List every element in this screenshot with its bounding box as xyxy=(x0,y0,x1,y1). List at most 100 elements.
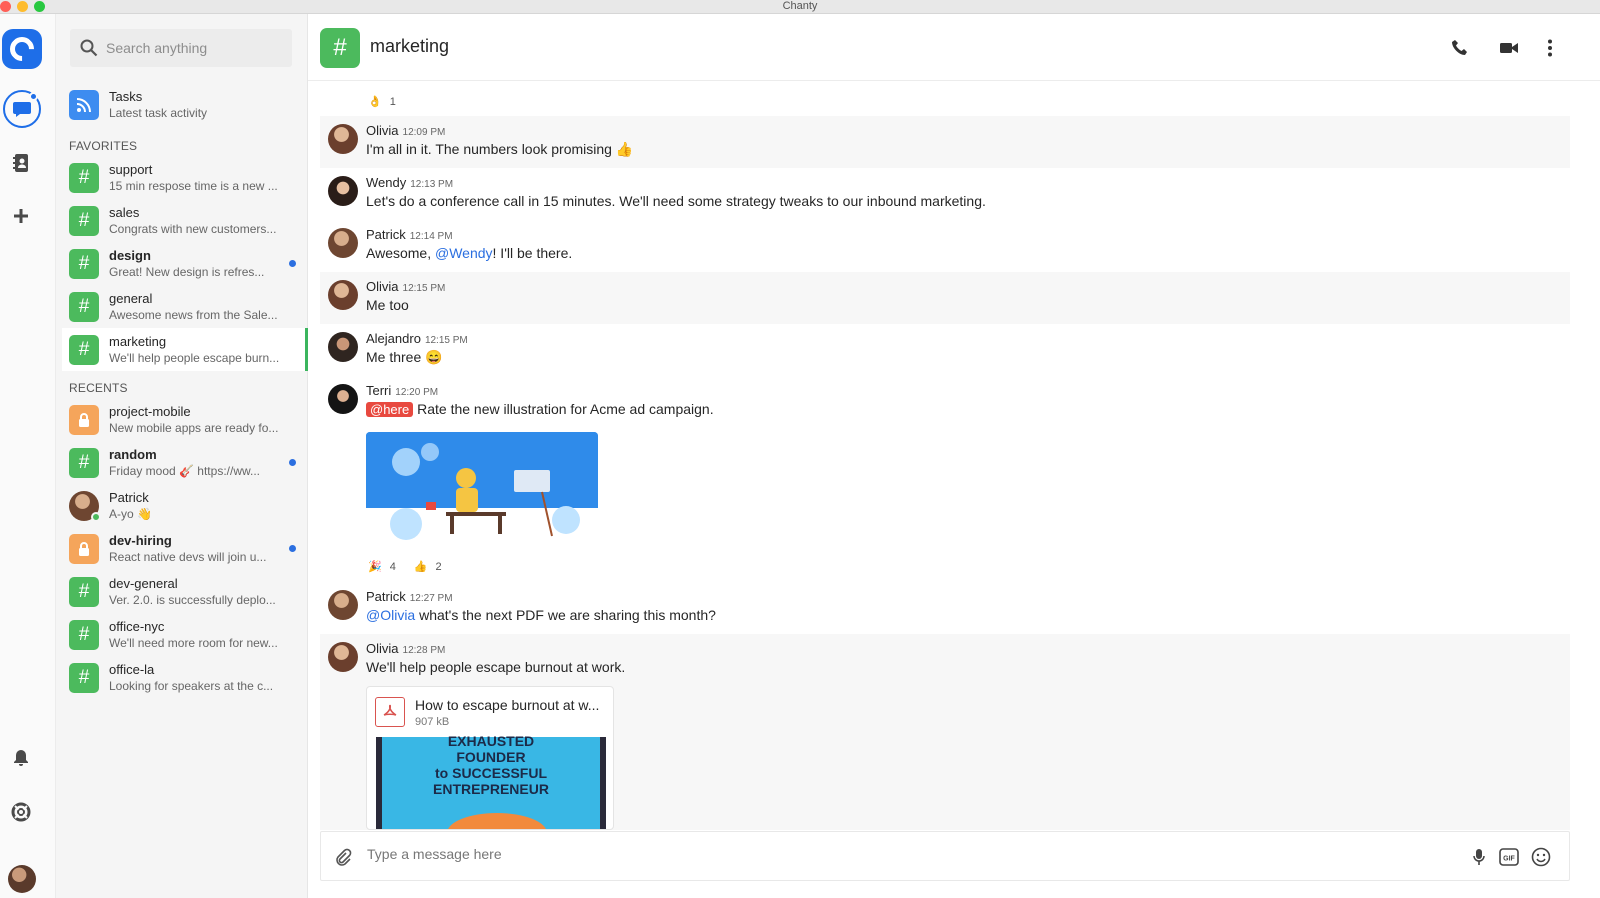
image-reactions[interactable]: 🎉 4 👍 2 xyxy=(368,560,442,574)
reaction-emoji[interactable]: 🎉 xyxy=(368,560,382,573)
text-part: ! I'll be there. xyxy=(492,245,573,261)
search-box[interactable] xyxy=(70,29,292,67)
message-reactions[interactable]: 👌 1 xyxy=(368,95,396,109)
file-name[interactable]: How to escape burnout at w... xyxy=(415,697,599,713)
message[interactable]: Alejandro 12:15 PM Me three 😄 xyxy=(320,324,1570,376)
channel-item-project-mobile[interactable]: project-mobile New mobile apps are ready … xyxy=(62,398,308,441)
channel-item-support[interactable]: # support 15 min respose time is a new ..… xyxy=(62,156,308,199)
message-time: 12:09 PM xyxy=(402,127,446,138)
pdf-preview-thumbnail[interactable]: EXHAUSTED FOUNDER to SUCCESSFUL ENTREPRE… xyxy=(376,733,606,829)
message-time: 12:13 PM xyxy=(410,179,454,190)
search-icon xyxy=(80,39,98,57)
message-author[interactable]: Patrick xyxy=(366,227,406,242)
message[interactable]: Wendy 12:13 PM Let's do a conference call… xyxy=(320,168,1570,220)
channel-item-dev-hiring[interactable]: dev-hiring React native devs will join u.… xyxy=(62,527,308,570)
olivia-avatar[interactable] xyxy=(328,280,358,310)
channel-item-design[interactable]: # design Great! New design is refres... xyxy=(62,242,308,285)
illustration-image[interactable] xyxy=(366,432,598,550)
message-text: Me too xyxy=(366,297,409,313)
plus-icon[interactable] xyxy=(0,204,42,228)
message[interactable]: Olivia 12:09 PM I'm all in it. The number… xyxy=(320,116,1570,168)
chanty-logo-icon[interactable] xyxy=(2,29,42,69)
file-size: 907 kB xyxy=(415,716,450,728)
tasks-item[interactable]: Tasks Latest task activity xyxy=(62,83,308,126)
message-feed: 👌 1 Olivia 12:09 PM I'm all in it. The nu… xyxy=(308,82,1600,830)
pdf-attachment[interactable]: How to escape burnout at w... 907 kB EXH… xyxy=(366,686,614,830)
channel-name: support xyxy=(109,161,153,177)
message-author[interactable]: Patrick xyxy=(366,589,406,604)
message-author[interactable]: Olivia xyxy=(366,279,399,294)
message-author[interactable]: Wendy xyxy=(366,175,406,190)
contacts-book-icon[interactable] xyxy=(0,151,42,175)
message-text: Let's do a conference call in 15 minutes… xyxy=(366,193,986,209)
gif-icon[interactable]: GIF xyxy=(1497,845,1521,869)
channel-item-sales[interactable]: # sales Congrats with new customers... xyxy=(62,199,308,242)
message[interactable]: Patrick 12:27 PM @Olivia what's the next … xyxy=(320,582,1570,634)
user-avatar[interactable] xyxy=(8,865,36,893)
svg-text:GIF: GIF xyxy=(1503,856,1515,863)
message-time: 12:20 PM xyxy=(395,387,439,398)
mention-link[interactable]: @Wendy xyxy=(435,245,493,261)
mention-link[interactable]: @Olivia xyxy=(366,607,415,623)
reaction-count: 2 xyxy=(435,560,442,573)
channel-name: dev-hiring xyxy=(109,532,172,548)
message-time: 12:15 PM xyxy=(424,335,468,346)
channel-preview: Friday mood 🎸 https://ww... xyxy=(109,463,260,478)
thumb-line: to SUCCESSFUL xyxy=(435,765,547,781)
message-author[interactable]: Olivia xyxy=(366,641,399,656)
message[interactable]: Patrick 12:14 PM Awesome, @Wendy! I'll be… xyxy=(320,220,1570,272)
conversation-pane: # marketing 👌 1 Olivia 12:09 PM I'm all i… xyxy=(308,14,1600,898)
channel-preview: 15 min respose time is a new ... xyxy=(109,178,278,193)
message-time: 12:15 PM xyxy=(402,283,446,294)
patrick-avatar[interactable] xyxy=(328,228,358,258)
message[interactable]: Olivia 12:15 PM Me too xyxy=(320,272,1570,324)
channel-header: # marketing xyxy=(308,14,1600,81)
emoji-smiley-icon[interactable] xyxy=(1529,845,1553,869)
video-camera-icon[interactable] xyxy=(1497,36,1521,60)
channel-item-dev-general[interactable]: # dev-general Ver. 2.0. is successfully d… xyxy=(62,570,308,613)
channel-title: marketing xyxy=(370,36,450,56)
reaction-emoji[interactable]: 👍 xyxy=(414,560,428,573)
lifebuoy-icon[interactable] xyxy=(0,800,42,824)
message-input[interactable] xyxy=(367,846,1417,862)
channel-item-general[interactable]: # general Awesome news from the Sale... xyxy=(62,285,308,328)
channel-preview: Congrats with new customers... xyxy=(109,221,277,236)
microphone-icon[interactable] xyxy=(1467,845,1491,869)
text-part: what's the next PDF we are sharing this … xyxy=(415,607,716,623)
search-input[interactable] xyxy=(106,40,286,56)
dm-item-patrick[interactable]: Patrick A-yo 👋 xyxy=(62,484,308,527)
terri-avatar[interactable] xyxy=(328,384,358,414)
message-composer: GIF xyxy=(320,831,1570,881)
text-part: Awesome, xyxy=(366,245,435,261)
paperclip-icon[interactable] xyxy=(331,845,355,869)
window-title: Chanty xyxy=(782,0,818,12)
pdf-file-icon xyxy=(375,697,405,727)
channel-name: sales xyxy=(109,204,140,220)
message-text: @here Rate the new illustration for Acme… xyxy=(366,401,714,417)
more-options-icon[interactable] xyxy=(1538,36,1562,60)
message-author[interactable]: Terri xyxy=(366,383,391,398)
hashtag-icon: # xyxy=(69,576,99,607)
channel-name: marketing xyxy=(109,333,167,349)
chat-bubble-icon[interactable] xyxy=(3,90,41,128)
notification-dot xyxy=(29,92,38,101)
phone-icon[interactable] xyxy=(1448,36,1472,60)
channel-item-office-nyc[interactable]: # office-nyc We'll need more room for new… xyxy=(62,613,308,656)
reaction-count: 1 xyxy=(389,95,396,108)
message-author[interactable]: Alejandro xyxy=(366,331,421,346)
message-author[interactable]: Olivia xyxy=(366,123,399,138)
wendy-avatar[interactable] xyxy=(328,176,358,206)
channel-item-marketing[interactable]: # marketing We'll help people escape burn… xyxy=(62,328,308,371)
bell-icon[interactable] xyxy=(0,746,42,770)
hashtag-icon: # xyxy=(69,662,99,693)
channel-item-random[interactable]: # random Friday mood 🎸 https://ww... xyxy=(62,441,308,484)
olivia-avatar[interactable] xyxy=(328,124,358,154)
channel-item-office-la[interactable]: # office-la Looking for speakers at the c… xyxy=(62,656,308,699)
patrick-avatar[interactable] xyxy=(328,590,358,620)
olivia-avatar[interactable] xyxy=(328,642,358,672)
alejandro-avatar[interactable] xyxy=(328,332,358,362)
unread-dot xyxy=(289,545,296,552)
channel-name: random xyxy=(109,446,157,462)
lock-icon xyxy=(69,404,99,435)
channel-preview: Looking for speakers at the c... xyxy=(109,678,274,693)
